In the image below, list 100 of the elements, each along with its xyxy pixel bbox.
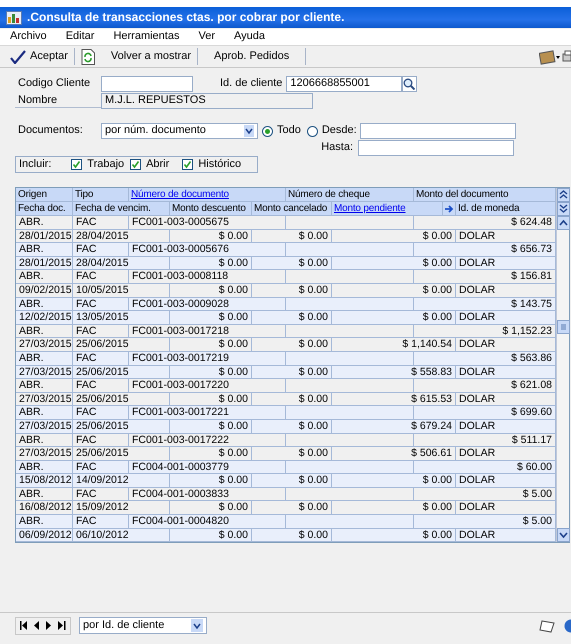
refresh-icon xyxy=(80,48,95,64)
menu-item[interactable]: Editar xyxy=(54,30,102,44)
menu-item[interactable]: Ver xyxy=(186,30,222,44)
column-header[interactable]: Fecha doc. xyxy=(16,202,73,216)
table-cell: $ 0.00 xyxy=(170,528,252,542)
dropdown[interactable]: por Id. de cliente xyxy=(79,617,207,634)
table-cell: 27/03/2015 xyxy=(16,366,73,380)
table-cell: FAC xyxy=(73,352,129,366)
radio-label: Todo xyxy=(277,124,301,138)
table-cell: FAC xyxy=(73,460,129,474)
table-cell: $ 0.00 xyxy=(252,474,332,488)
table-cell: ABR. xyxy=(16,434,73,448)
table-cell: $ 563.86 xyxy=(414,352,556,366)
last-record-icon[interactable] xyxy=(58,621,66,630)
input-field[interactable] xyxy=(358,140,514,156)
column-header[interactable]: Monto descuento xyxy=(170,202,252,216)
checkmark-icon xyxy=(183,160,192,169)
table-cell: FAC xyxy=(73,270,129,284)
app-icon xyxy=(6,10,22,24)
table-cell: ABR. xyxy=(16,515,73,529)
table-cell: FAC xyxy=(73,488,129,502)
column-header[interactable]: Fecha de vencim. xyxy=(73,202,170,216)
radio-button[interactable] xyxy=(262,126,273,136)
checkbox-label: Abrir xyxy=(146,158,170,172)
table-cell: $ 511.17 xyxy=(414,434,556,448)
column-header[interactable]: Número de documento xyxy=(129,188,286,202)
column-header[interactable]: Tipo xyxy=(73,188,129,202)
scroll-thumb[interactable] xyxy=(557,320,570,334)
first-record-icon[interactable] xyxy=(20,621,28,630)
table-cell: ABR. xyxy=(16,352,73,366)
table-cell: FC001-003-0017218 xyxy=(129,324,286,338)
menu-item[interactable]: Archivo xyxy=(8,30,54,44)
previous-record-icon[interactable] xyxy=(34,621,40,630)
checkbox[interactable] xyxy=(182,159,194,170)
lookup-button[interactable] xyxy=(402,76,418,92)
radio-button[interactable] xyxy=(306,126,318,136)
expand-icon[interactable] xyxy=(557,202,570,216)
column-header[interactable]: Monto del documento xyxy=(414,188,556,202)
column-header[interactable]: Número de cheque xyxy=(286,188,414,202)
checkbox[interactable] xyxy=(130,159,142,170)
table-cell: $ 143.75 xyxy=(414,298,556,312)
table-cell: 06/10/2012 xyxy=(73,528,170,542)
table-cell: FAC xyxy=(73,216,129,230)
menu-item[interactable]: Herramientas xyxy=(101,30,186,44)
table-cell: ABR. xyxy=(16,379,73,393)
table-cell: ABR. xyxy=(16,270,73,284)
table-cell: $ 621.08 xyxy=(414,379,556,393)
checkbox-label: Histórico xyxy=(198,158,242,172)
table-cell: FC004-001-0003833 xyxy=(129,488,286,502)
table-cell: FAC xyxy=(73,406,129,420)
field-label: Codigo Cliente xyxy=(17,77,92,91)
input-field[interactable] xyxy=(101,76,193,92)
card-icon[interactable] xyxy=(539,48,561,64)
table-cell: 27/03/2015 xyxy=(16,420,73,434)
window-title: .Consulta de transacciones ctas. por cobrar por cliente. xyxy=(27,10,344,25)
table-cell: FC004-001-0003779 xyxy=(129,460,286,474)
arrow-icon[interactable] xyxy=(444,204,454,214)
scroll-down-icon[interactable] xyxy=(557,528,570,542)
input-field[interactable] xyxy=(360,123,516,139)
dropdown[interactable]: por núm. documento xyxy=(101,123,258,139)
toolbar-button[interactable]: Volver a mostrar xyxy=(74,48,198,65)
column-header[interactable]: Id. de moneda xyxy=(456,202,556,216)
table-cell: $ 5.00 xyxy=(414,488,556,502)
scroll-up-icon[interactable] xyxy=(557,216,570,230)
table-cell: $ 558.83 xyxy=(332,366,456,380)
checkbox[interactable] xyxy=(71,159,82,170)
input-field[interactable]: 1206668855001 xyxy=(286,76,402,92)
table-cell: DOLAR xyxy=(456,528,556,542)
collapse-icon[interactable] xyxy=(557,188,570,202)
checkmark-icon xyxy=(10,50,26,64)
table-cell: $ 5.00 xyxy=(414,515,556,529)
table-cell: DOLAR xyxy=(456,366,556,380)
radio-label: Desde: xyxy=(322,124,357,138)
table-cell: $ 0.00 xyxy=(170,474,252,488)
table-cell: FC001-003-0017220 xyxy=(129,379,286,393)
column-header[interactable]: Origen xyxy=(16,188,73,202)
table-cell: $ 679.24 xyxy=(332,420,456,434)
next-record-icon[interactable] xyxy=(46,621,52,630)
field-label: Id. de cliente xyxy=(220,77,282,91)
toolbar-button[interactable]: Aprob. Pedidos xyxy=(198,48,306,65)
name-field: M.J.L. REPUESTOS xyxy=(101,93,313,109)
table-cell: $ 0.00 xyxy=(332,474,456,488)
table-cell: ABR. xyxy=(16,243,73,257)
table-cell: ABR. xyxy=(16,460,73,474)
column-header[interactable]: Monto cancelado xyxy=(252,202,332,216)
table-cell: DOLAR xyxy=(456,474,556,488)
table-cell: $ 1,152.23 xyxy=(414,324,556,338)
table-cell: $ 0.00 xyxy=(332,311,456,325)
column-header[interactable]: Monto pendiente xyxy=(332,202,443,216)
table-cell: 25/06/2015 xyxy=(73,420,170,434)
table-cell: $ 60.00 xyxy=(414,460,556,474)
note-icon[interactable] xyxy=(539,618,555,632)
toolbar-button[interactable]: Aceptar xyxy=(4,48,75,65)
printer-icon[interactable] xyxy=(561,48,571,64)
table-cell: FC001-003-0017221 xyxy=(129,406,286,420)
table-cell: 06/09/2012 xyxy=(16,528,73,542)
table-cell: 13/05/2015 xyxy=(73,311,170,325)
menu-item[interactable]: Ayuda xyxy=(222,30,272,44)
checkmark-icon xyxy=(131,160,140,169)
table-cell: $ 0.00 xyxy=(170,366,252,380)
